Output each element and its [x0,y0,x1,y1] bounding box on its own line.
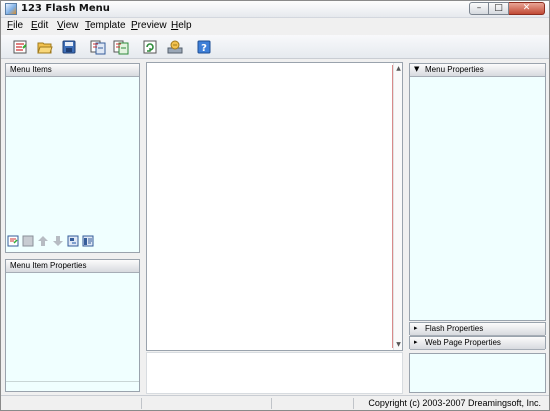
add-item-icon[interactable] [7,235,19,247]
flash-properties-header[interactable]: ▸ Flash Properties [410,323,545,336]
status-separator [141,398,142,409]
app-window: 123 Flash Menu – □ ✕ File Edit View Temp… [0,0,550,411]
status-separator [271,398,272,409]
expand-arrow-icon: ▸ [414,338,418,346]
window-title: 123 Flash Menu [21,3,110,14]
window-controls: – □ ✕ [469,2,545,15]
menu-help[interactable]: Help [171,20,192,31]
properties-icon[interactable] [82,235,94,247]
right-bottom-panel [409,353,546,393]
collapse-arrow-icon: ▼ [414,65,420,73]
menu-properties-header[interactable]: ▼ Menu Properties [410,64,545,77]
web-page-properties-panel[interactable]: ▸ Web Page Properties [409,336,546,350]
menu-items-header: Menu Items [6,64,139,77]
close-button[interactable]: ✕ [509,2,545,15]
maximize-button[interactable]: □ [489,2,509,15]
scroll-up-arrow-icon[interactable]: ▲ [395,65,402,72]
scroll-down-arrow-icon[interactable]: ▼ [395,341,402,348]
toolbar: ? [1,35,549,59]
menu-item-properties-title: Menu Item Properties [10,261,87,270]
minimize-button[interactable]: – [469,2,489,15]
svg-text:?: ? [201,43,207,54]
menu-edit[interactable]: Edit [31,20,48,31]
status-separator [353,398,354,409]
title-bar: 123 Flash Menu – □ ✕ [1,1,549,18]
publish-icon[interactable] [167,39,183,55]
add-subitem-icon[interactable] [67,235,79,247]
expand-arrow-icon: ▸ [414,324,418,332]
web-page-properties-title: Web Page Properties [425,338,501,347]
menu-properties-panel: ▼ Menu Properties [409,63,546,321]
menu-preview-canvas[interactable]: ▲ ▼ [146,62,403,351]
move-down-icon[interactable] [52,235,64,247]
flash-properties-panel[interactable]: ▸ Flash Properties [409,322,546,336]
open-icon[interactable] [37,39,53,55]
refresh-icon[interactable] [142,39,158,55]
menu-bar: File Edit View Template Preview Help [1,19,549,34]
menu-preview[interactable]: Preview [131,20,167,31]
menu-item-properties-header: Menu Item Properties [6,260,139,273]
web-page-properties-header[interactable]: ▸ Web Page Properties [410,337,545,350]
save-icon[interactable] [61,39,77,55]
properties-footer [6,381,139,391]
new-icon[interactable] [12,39,28,55]
menu-properties-title: Menu Properties [425,65,484,74]
copyright-text: Copyright (c) 2003-2007 Dreamingsoft, In… [368,398,541,408]
menu-file[interactable]: File [7,20,23,31]
menu-view[interactable]: View [57,20,79,31]
canvas-bottom-area [146,352,403,394]
move-up-icon[interactable] [37,235,49,247]
delete-item-icon[interactable] [22,235,34,247]
export-icon[interactable] [113,39,129,55]
flash-properties-title: Flash Properties [425,324,484,333]
vertical-scrollbar[interactable]: ▲ ▼ [393,63,402,350]
import-icon[interactable] [90,39,106,55]
menu-items-title: Menu Items [10,65,52,74]
menu-item-properties-panel: Menu Item Properties [5,259,140,392]
menu-items-toolbar [7,235,94,251]
menu-items-panel: Menu Items [5,63,140,253]
app-icon [5,3,17,15]
status-bar: Copyright (c) 2003-2007 Dreamingsoft, In… [1,395,549,410]
help-icon[interactable]: ? [196,39,212,55]
menu-template[interactable]: Template [85,20,126,31]
